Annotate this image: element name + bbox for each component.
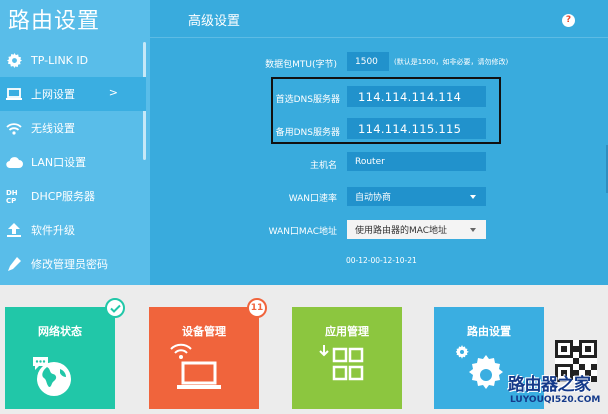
laptop-icon xyxy=(5,85,23,103)
mtu-hint: (默认是1500，如非必要，请勿修改) xyxy=(394,58,509,66)
mac-address-text: 00-12-00-12-10-21 xyxy=(346,256,417,265)
sidebar-item-label: 软件升级 xyxy=(31,224,75,237)
sidebar-item-lan[interactable]: LAN口设置 xyxy=(0,145,146,179)
dns-primary-input[interactable]: 114.114.114.114 xyxy=(347,86,486,107)
sidebar-item-internet[interactable]: 上网设置 > xyxy=(0,77,146,111)
tile-label: 网络状态 xyxy=(38,325,82,338)
chevron-right-icon: > xyxy=(108,86,118,99)
notification-badge: 11 xyxy=(247,298,267,318)
cloud-icon xyxy=(5,153,23,171)
gear-icon xyxy=(456,345,503,389)
panel-header: 高级设置 ? xyxy=(150,0,608,38)
sidebar-item-wireless[interactable]: 无线设置 xyxy=(0,111,146,145)
tile-app-management[interactable]: 应用管理 xyxy=(292,307,402,409)
sidebar-item-label: 无线设置 xyxy=(31,122,75,135)
page-title: 高级设置 xyxy=(188,14,241,29)
sidebar: 路由设置 TP-LINK ID 上网设置 > 无线设置 LAN口设置 DH CP … xyxy=(0,0,150,285)
watermark-url: LUYOUQI520.COM xyxy=(510,395,601,405)
dns-primary-label: 首选DNS服务器 xyxy=(275,95,340,105)
wifi-icon xyxy=(5,119,23,137)
hostname-label: 主机名 xyxy=(309,161,337,171)
wan-mac-label: WAN口MAC地址 xyxy=(268,227,337,237)
mtu-input[interactable]: 1500 xyxy=(347,52,389,71)
tile-label: 应用管理 xyxy=(325,325,369,338)
dropdown-arrow-icon xyxy=(470,227,476,232)
sidebar-item-label: 上网设置 xyxy=(31,88,75,101)
apps-grid-icon xyxy=(319,345,364,381)
sidebar-item-label: LAN口设置 xyxy=(31,156,87,169)
sidebar-item-tplink-id[interactable]: TP-LINK ID xyxy=(0,43,146,77)
wan-mac-value: 使用路由器的MAC地址 xyxy=(355,226,448,236)
dns-secondary-label: 备用DNS服务器 xyxy=(275,128,340,138)
tile-device-management[interactable]: 设备管理 xyxy=(149,307,259,409)
main-panel: 高级设置 ? 数据包MTU(字节) 1500 (默认是1500，如非必要，请勿修… xyxy=(150,0,608,285)
wan-speed-label: WAN口速率 xyxy=(288,194,337,204)
wan-mac-select[interactable]: 使用路由器的MAC地址 xyxy=(347,220,486,239)
tile-network-status[interactable]: 网络状态 xyxy=(5,307,115,409)
laptop-wifi-icon xyxy=(170,343,221,389)
tile-label: 路由设置 xyxy=(467,325,511,338)
hostname-input[interactable]: Router xyxy=(347,152,486,171)
sidebar-item-dhcp[interactable]: DH CP DHCP服务器 xyxy=(0,179,146,213)
dhcp-icon: DH CP xyxy=(5,187,23,205)
sidebar-item-label: DHCP服务器 xyxy=(31,190,96,203)
tile-label: 设备管理 xyxy=(182,325,226,338)
gear-icon xyxy=(5,51,23,69)
sidebar-item-upgrade[interactable]: 软件升级 xyxy=(0,213,146,247)
mtu-label: 数据包MTU(字节) xyxy=(265,60,337,70)
svg-text:CP: CP xyxy=(6,197,16,204)
dns-secondary-input[interactable]: 114.114.115.115 xyxy=(347,118,486,139)
app-title: 路由设置 xyxy=(8,9,101,34)
help-icon[interactable]: ? xyxy=(562,14,575,27)
pencil-icon xyxy=(5,255,23,273)
sidebar-item-admin-password[interactable]: 修改管理员密码 xyxy=(0,247,146,281)
globe-icon xyxy=(33,357,71,396)
sidebar-item-label: 修改管理员密码 xyxy=(31,258,108,271)
wan-speed-select[interactable]: 自动协商 xyxy=(347,187,486,206)
wan-speed-value: 自动协商 xyxy=(355,193,392,203)
upload-icon xyxy=(5,221,23,239)
watermark-name: 路由器之家 xyxy=(508,375,591,395)
check-icon xyxy=(105,298,125,318)
sidebar-item-label: TP-LINK ID xyxy=(31,53,89,67)
dropdown-arrow-icon xyxy=(470,194,476,199)
svg-text:DH: DH xyxy=(6,189,18,197)
